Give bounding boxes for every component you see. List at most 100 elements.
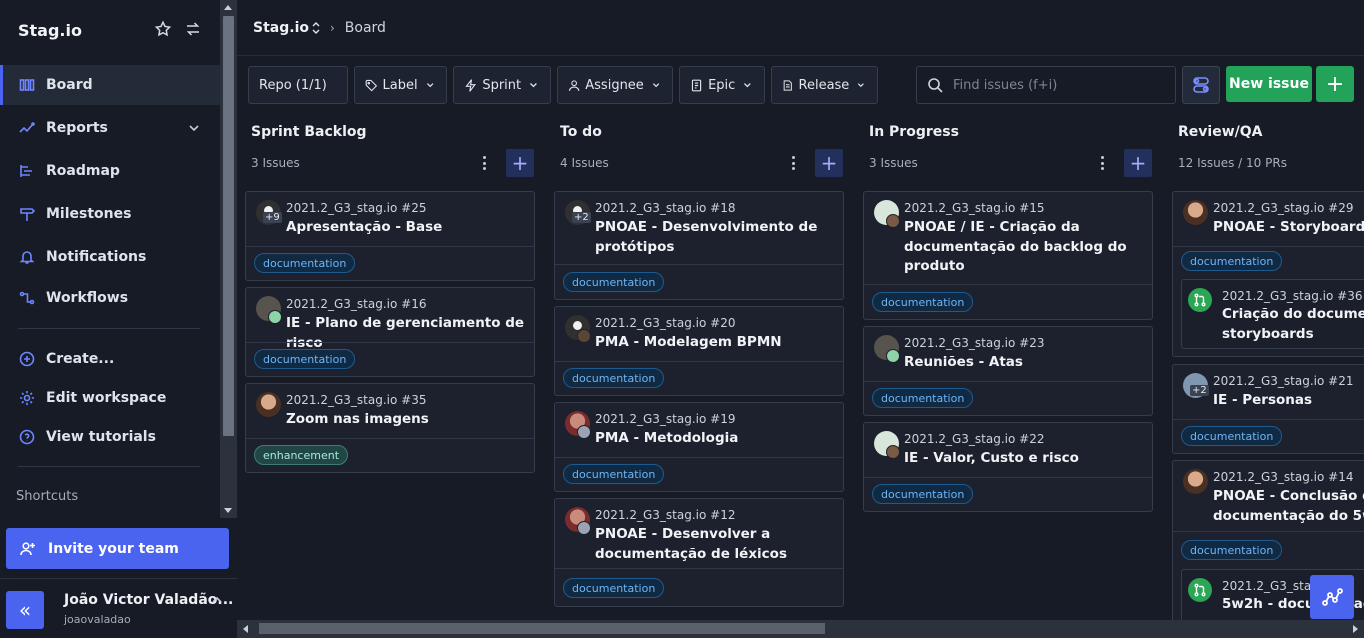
search-input[interactable]: [953, 77, 1163, 93]
avatar: [577, 521, 591, 535]
issue-card[interactable]: 2021.2_G3_stag.io #29 PNOAE - Storyboard…: [1172, 191, 1364, 357]
search-box[interactable]: [916, 66, 1176, 104]
label-badge[interactable]: documentation: [254, 349, 356, 369]
sidebar-item-workflows[interactable]: Workflows: [0, 278, 220, 318]
sidebar-item-notifications[interactable]: Notifications: [0, 237, 220, 277]
issue-title: PNOAE - Desenvolver a documentação de lé…: [595, 526, 787, 562]
issue-card[interactable]: +9 2021.2_G3_stag.io #25 Apresentação - …: [245, 191, 535, 281]
more-options-icon[interactable]: [786, 154, 800, 172]
filter-release[interactable]: Release: [771, 66, 878, 104]
more-options-icon[interactable]: [477, 154, 491, 172]
add-issue-button[interactable]: +: [1124, 149, 1152, 177]
scroll-left-icon[interactable]: [243, 625, 248, 633]
column-title: To do: [560, 124, 602, 140]
label-badge[interactable]: enhancement: [254, 445, 349, 465]
issue-card[interactable]: 2021.2_G3_stag.io #35 Zoom nas imagens e…: [245, 383, 535, 473]
card-divider: [864, 477, 1152, 478]
scrollbar-thumb[interactable]: [259, 623, 825, 634]
workspace-name[interactable]: Stag.io: [18, 21, 82, 40]
more-options-icon[interactable]: [1095, 154, 1109, 172]
label-badge[interactable]: documentation: [872, 292, 974, 312]
issue-title: PMA - Modelagem BPMN: [595, 334, 782, 350]
card-divider: [1173, 419, 1364, 420]
collapse-sidebar-button[interactable]: «: [6, 591, 44, 629]
add-issue-button[interactable]: +: [815, 149, 843, 177]
scroll-right-icon[interactable]: [1353, 625, 1358, 633]
label-badge[interactable]: documentation: [563, 578, 665, 598]
issue-card[interactable]: 2021.2_G3_stag.io #23 Reuniões - Atas do…: [863, 326, 1153, 416]
board-icon: [18, 76, 36, 94]
pull-request-icon: [1188, 578, 1212, 602]
avatar: [577, 329, 591, 343]
issue-card[interactable]: 2021.2_G3_stag.io #19 PMA - Metodologia …: [554, 402, 844, 492]
issue-ref: 2021.2_G3_stag.io #20: [595, 316, 736, 330]
filter-repo[interactable]: Repo (1/1): [248, 66, 348, 104]
card-divider: [555, 568, 843, 569]
sidebar-item-board[interactable]: Board: [0, 65, 220, 105]
chevron-up-icon[interactable]: [211, 594, 223, 606]
issue-card[interactable]: +2 2021.2_G3_stag.io #21 IE - Personas d…: [1172, 364, 1364, 454]
add-user-icon: [20, 541, 35, 555]
issue-card[interactable]: 2021.2_G3_stag.io #20 PMA - Modelagem BP…: [554, 306, 844, 396]
filter-epic[interactable]: Epic: [679, 66, 765, 104]
label-badge[interactable]: documentation: [563, 272, 665, 292]
label-badge[interactable]: documentation: [1181, 426, 1283, 446]
label-badge[interactable]: documentation: [1181, 251, 1283, 271]
horizontal-scrollbar[interactable]: [237, 620, 1364, 638]
issue-ref: 2021.2_G3_stag.io #22: [904, 432, 1045, 446]
label-badge[interactable]: documentation: [872, 484, 974, 504]
label-badge[interactable]: documentation: [1181, 540, 1283, 560]
add-issue-button[interactable]: +: [506, 149, 534, 177]
issue-title: Reuniões - Atas: [904, 354, 1023, 370]
filter-assignee[interactable]: Assignee: [557, 66, 673, 104]
breadcrumb-page[interactable]: Board: [345, 20, 386, 36]
filter-label[interactable]: Label: [354, 66, 447, 104]
switch-workspace-icon[interactable]: [184, 20, 202, 42]
tag-icon: [365, 79, 378, 91]
issue-ref: 2021.2_G3_stag.io #18: [595, 201, 736, 215]
sidebar-item-label: Roadmap: [46, 163, 120, 179]
issue-card[interactable]: +2 2021.2_G3_stag.io #18 PNOAE - Desenvo…: [554, 191, 844, 300]
sidebar-item-label: Notifications: [46, 249, 147, 265]
sidebar-scrollbar[interactable]: [220, 0, 237, 518]
scroll-down-icon[interactable]: [224, 508, 232, 513]
view-settings-button[interactable]: [1182, 66, 1220, 104]
issue-card[interactable]: 2021.2_G3_stag.io #16 IE - Plano de gere…: [245, 287, 535, 377]
label-badge[interactable]: documentation: [563, 368, 665, 388]
sidebar-item-edit-workspace[interactable]: Edit workspace: [0, 378, 220, 418]
new-issue-button[interactable]: New issue: [1226, 66, 1312, 102]
user-profile[interactable]: « João Victor Valadão... joaovaladao: [0, 578, 237, 638]
search-icon: [928, 78, 943, 93]
sidebar-item-create[interactable]: Create...: [0, 339, 220, 379]
invite-team-label: Invite your team: [48, 540, 179, 557]
scroll-up-icon[interactable]: [224, 5, 232, 10]
scrollbar-thumb[interactable]: [223, 16, 234, 436]
sort-icon[interactable]: [312, 21, 320, 34]
label-badge[interactable]: documentation: [254, 253, 356, 273]
breadcrumb-workspace[interactable]: Stag.io: [253, 20, 309, 36]
star-icon[interactable]: [154, 20, 172, 42]
workflow-graph-button[interactable]: [1310, 575, 1354, 619]
reports-icon: [18, 119, 36, 137]
label-badge[interactable]: documentation: [563, 464, 665, 484]
column-title: In Progress: [869, 124, 959, 140]
chevron-down-icon[interactable]: [188, 122, 200, 134]
sidebar-item-milestones[interactable]: Milestones: [0, 194, 220, 234]
graph-icon: [1322, 588, 1343, 606]
filter-sprint[interactable]: Sprint: [453, 66, 551, 104]
invite-team-button[interactable]: Invite your team: [6, 528, 229, 569]
label-badge[interactable]: documentation: [872, 388, 974, 408]
milestones-icon: [18, 205, 36, 223]
sidebar-item-roadmap[interactable]: Roadmap: [0, 151, 220, 191]
sidebar-item-reports[interactable]: Reports: [0, 108, 220, 148]
sidebar-item-view-tutorials[interactable]: View tutorials: [0, 417, 220, 457]
avatar: [1183, 469, 1208, 494]
issue-card[interactable]: 2021.2_G3_stag.io #12 PNOAE - Desenvolve…: [554, 498, 844, 607]
issue-card[interactable]: 2021.2_G3_stag.io #22 IE - Valor, Custo …: [863, 422, 1153, 512]
chevron-down-icon: [652, 83, 660, 88]
issue-title: IE - Personas: [1213, 392, 1313, 408]
issue-card[interactable]: 2021.2_G3_stag.io #15 PNOAE / IE - Criaç…: [863, 191, 1153, 320]
issue-ref: 2021.2_G3_stag.io #23: [904, 336, 1045, 350]
add-button[interactable]: +: [1316, 66, 1354, 102]
pull-request-card[interactable]: 2021.2_G3_stag.io #36 Criação do documen…: [1181, 279, 1364, 349]
